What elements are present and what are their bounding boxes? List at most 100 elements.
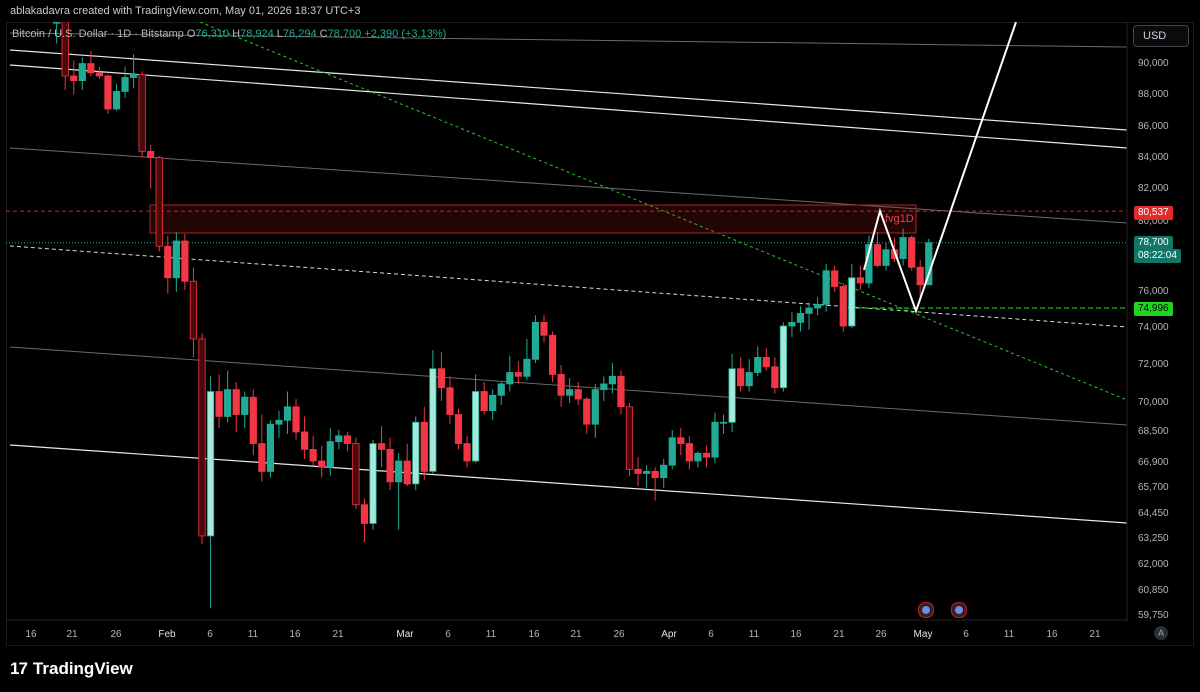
tradingview-logo-icon: 17 [10, 659, 28, 678]
candle-body [711, 421, 719, 458]
candle-body [779, 325, 788, 389]
y-tick-label: 64,450 [1138, 508, 1169, 519]
candle-body [275, 419, 283, 425]
candle-body [181, 240, 189, 282]
y-tick-label: 60,850 [1138, 585, 1169, 596]
candle-body [634, 468, 642, 474]
candle-body [446, 387, 454, 415]
x-tick-label: 16 [25, 629, 37, 640]
candle-body [266, 423, 275, 472]
y-tick-label: 66,900 [1138, 457, 1169, 468]
fvg-zone[interactable] [149, 204, 917, 234]
candle-body [352, 443, 360, 506]
x-tick-label: Feb [158, 629, 176, 640]
candle-body [343, 435, 351, 444]
candle-body [215, 391, 223, 417]
candle-body [668, 437, 676, 466]
channel-line [9, 444, 1127, 524]
candle-body [600, 383, 608, 390]
x-tick-label: 11 [248, 629, 259, 640]
candle-body [548, 334, 557, 375]
candle-body [198, 338, 206, 537]
change-value: +2,390 (+3.13%) [364, 28, 447, 40]
event-flag-icon[interactable] [918, 602, 934, 618]
close-value: 78,700 [327, 28, 362, 40]
candle-body [189, 280, 198, 340]
candle-body [95, 72, 103, 77]
open-value: 76,310 [195, 28, 230, 40]
candle-body [164, 245, 172, 279]
candle-body [283, 406, 292, 421]
x-tick-label: 26 [110, 629, 122, 640]
x-tick-label: 6 [207, 629, 213, 640]
candle-body [574, 389, 582, 400]
candle-body [403, 460, 411, 485]
candle-body [395, 460, 403, 483]
candle-body [206, 391, 215, 537]
candle-body [523, 358, 531, 377]
price-chart[interactable]: 90,00088,00086,00084,00082,00080,00076,0… [0, 0, 1200, 692]
candle-body [848, 277, 856, 327]
high-label: H [232, 28, 241, 40]
x-tick-label: 6 [708, 629, 714, 640]
x-tick-label: 16 [289, 629, 301, 640]
candle-body [839, 286, 847, 327]
x-tick-label: Apr [661, 629, 677, 640]
y-tick-label: 68,500 [1138, 426, 1169, 437]
fvg-label: fvg1D [885, 213, 914, 225]
y-tick-label: 70,000 [1138, 397, 1169, 408]
candle-body [497, 383, 505, 396]
candle-body [480, 391, 488, 412]
x-tick-label: May [914, 629, 933, 640]
y-tick-label: 86,000 [1138, 121, 1169, 132]
candle-body [360, 504, 369, 524]
candle-body [583, 398, 591, 425]
candle-body [420, 421, 428, 472]
candle-body [566, 389, 574, 396]
candle-body [78, 63, 86, 81]
candle-body [155, 157, 163, 247]
candle-body [796, 312, 805, 323]
candle-body [471, 391, 480, 462]
candle-body [463, 443, 471, 462]
candle-body [489, 394, 497, 412]
candle-body [899, 237, 907, 259]
x-tick-label: 26 [875, 629, 887, 640]
candle-body [540, 321, 548, 336]
channel-line [9, 346, 1127, 426]
candle-body [591, 389, 599, 425]
candle-body [121, 77, 129, 92]
candle-body [147, 150, 155, 158]
candle-body [822, 270, 830, 305]
channel-line [9, 49, 1127, 131]
candle-body [429, 368, 437, 472]
candle-body [882, 249, 890, 266]
candle-body [300, 431, 309, 450]
plot-area [6, 22, 1127, 609]
event-flag-icon[interactable] [951, 602, 967, 618]
y-tick-label: 63,250 [1138, 533, 1169, 544]
tradingview-brand: 17 TradingView [10, 658, 133, 680]
candle-body [454, 414, 463, 444]
x-tick-label: 21 [1089, 629, 1101, 640]
x-tick-label: 26 [613, 629, 625, 640]
high-value: 78,924 [240, 28, 274, 40]
x-tick-label: 6 [963, 629, 969, 640]
candle-body [53, 22, 61, 24]
symbol-legend[interactable]: Bitcoin / U.S. Dollar · 1D · Bitstamp O7… [12, 28, 446, 40]
candle-body [916, 266, 924, 286]
channel-line [9, 64, 1127, 149]
candle-body [369, 443, 377, 524]
projection-path[interactable] [863, 22, 1017, 315]
candle-body [172, 240, 180, 279]
x-tick-label: 11 [1004, 629, 1015, 640]
candle-body [386, 448, 394, 483]
y-tick-label: 84,000 [1138, 152, 1169, 163]
x-tick-label: 21 [833, 629, 845, 640]
candle-body [232, 389, 240, 415]
candle-body [685, 443, 693, 462]
candle-body [557, 373, 565, 396]
currency-button[interactable]: USD [1133, 25, 1189, 47]
auto-scale-button[interactable]: A [1154, 626, 1168, 640]
candle-body [309, 448, 317, 462]
